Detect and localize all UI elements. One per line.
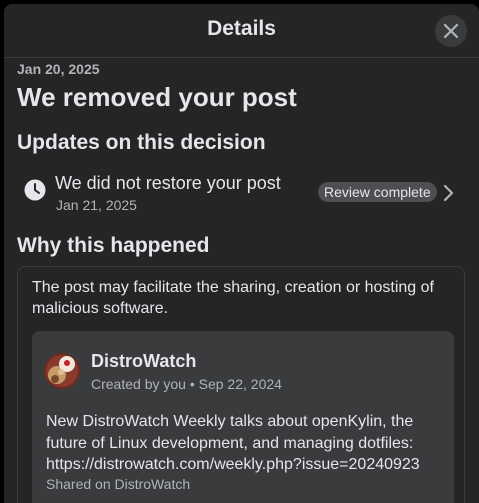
clock-icon — [24, 179, 46, 201]
decision-title: We removed your post — [17, 82, 297, 112]
why-heading: Why this happened — [17, 234, 210, 257]
post-shared-on: Shared on DistroWatch — [46, 476, 191, 492]
chevron-right-icon — [443, 184, 454, 202]
dialog-title: Details — [207, 17, 276, 40]
post-author[interactable]: DistroWatch — [91, 351, 196, 372]
details-dialog: Details Jan 20, 2025 We removed your pos… — [4, 4, 479, 503]
distrowatch-logo — [44, 353, 80, 389]
post-meta: Created by you • Sep 22, 2024 — [91, 376, 282, 392]
update-text: We did not restore your post — [55, 173, 281, 193]
close-icon — [443, 23, 459, 39]
post-text: New DistroWatch Weekly talks about openK… — [46, 413, 420, 473]
close-button[interactable] — [435, 15, 467, 47]
reason-card: The post may facilitate the sharing, cre… — [17, 266, 465, 503]
reason-text: The post may facilitate the sharing, cre… — [32, 279, 434, 317]
decision-date: Jan 20, 2025 — [17, 61, 100, 77]
removed-post-card[interactable]: DistroWatch Created by you • Sep 22, 202… — [32, 331, 454, 503]
update-date: Jan 21, 2025 — [56, 197, 137, 213]
dialog-header: Details — [4, 4, 479, 58]
status-badge: Review complete — [318, 182, 437, 202]
updates-heading: Updates on this decision — [17, 131, 266, 154]
update-item[interactable]: We did not restore your post Jan 21, 202… — [4, 168, 479, 218]
